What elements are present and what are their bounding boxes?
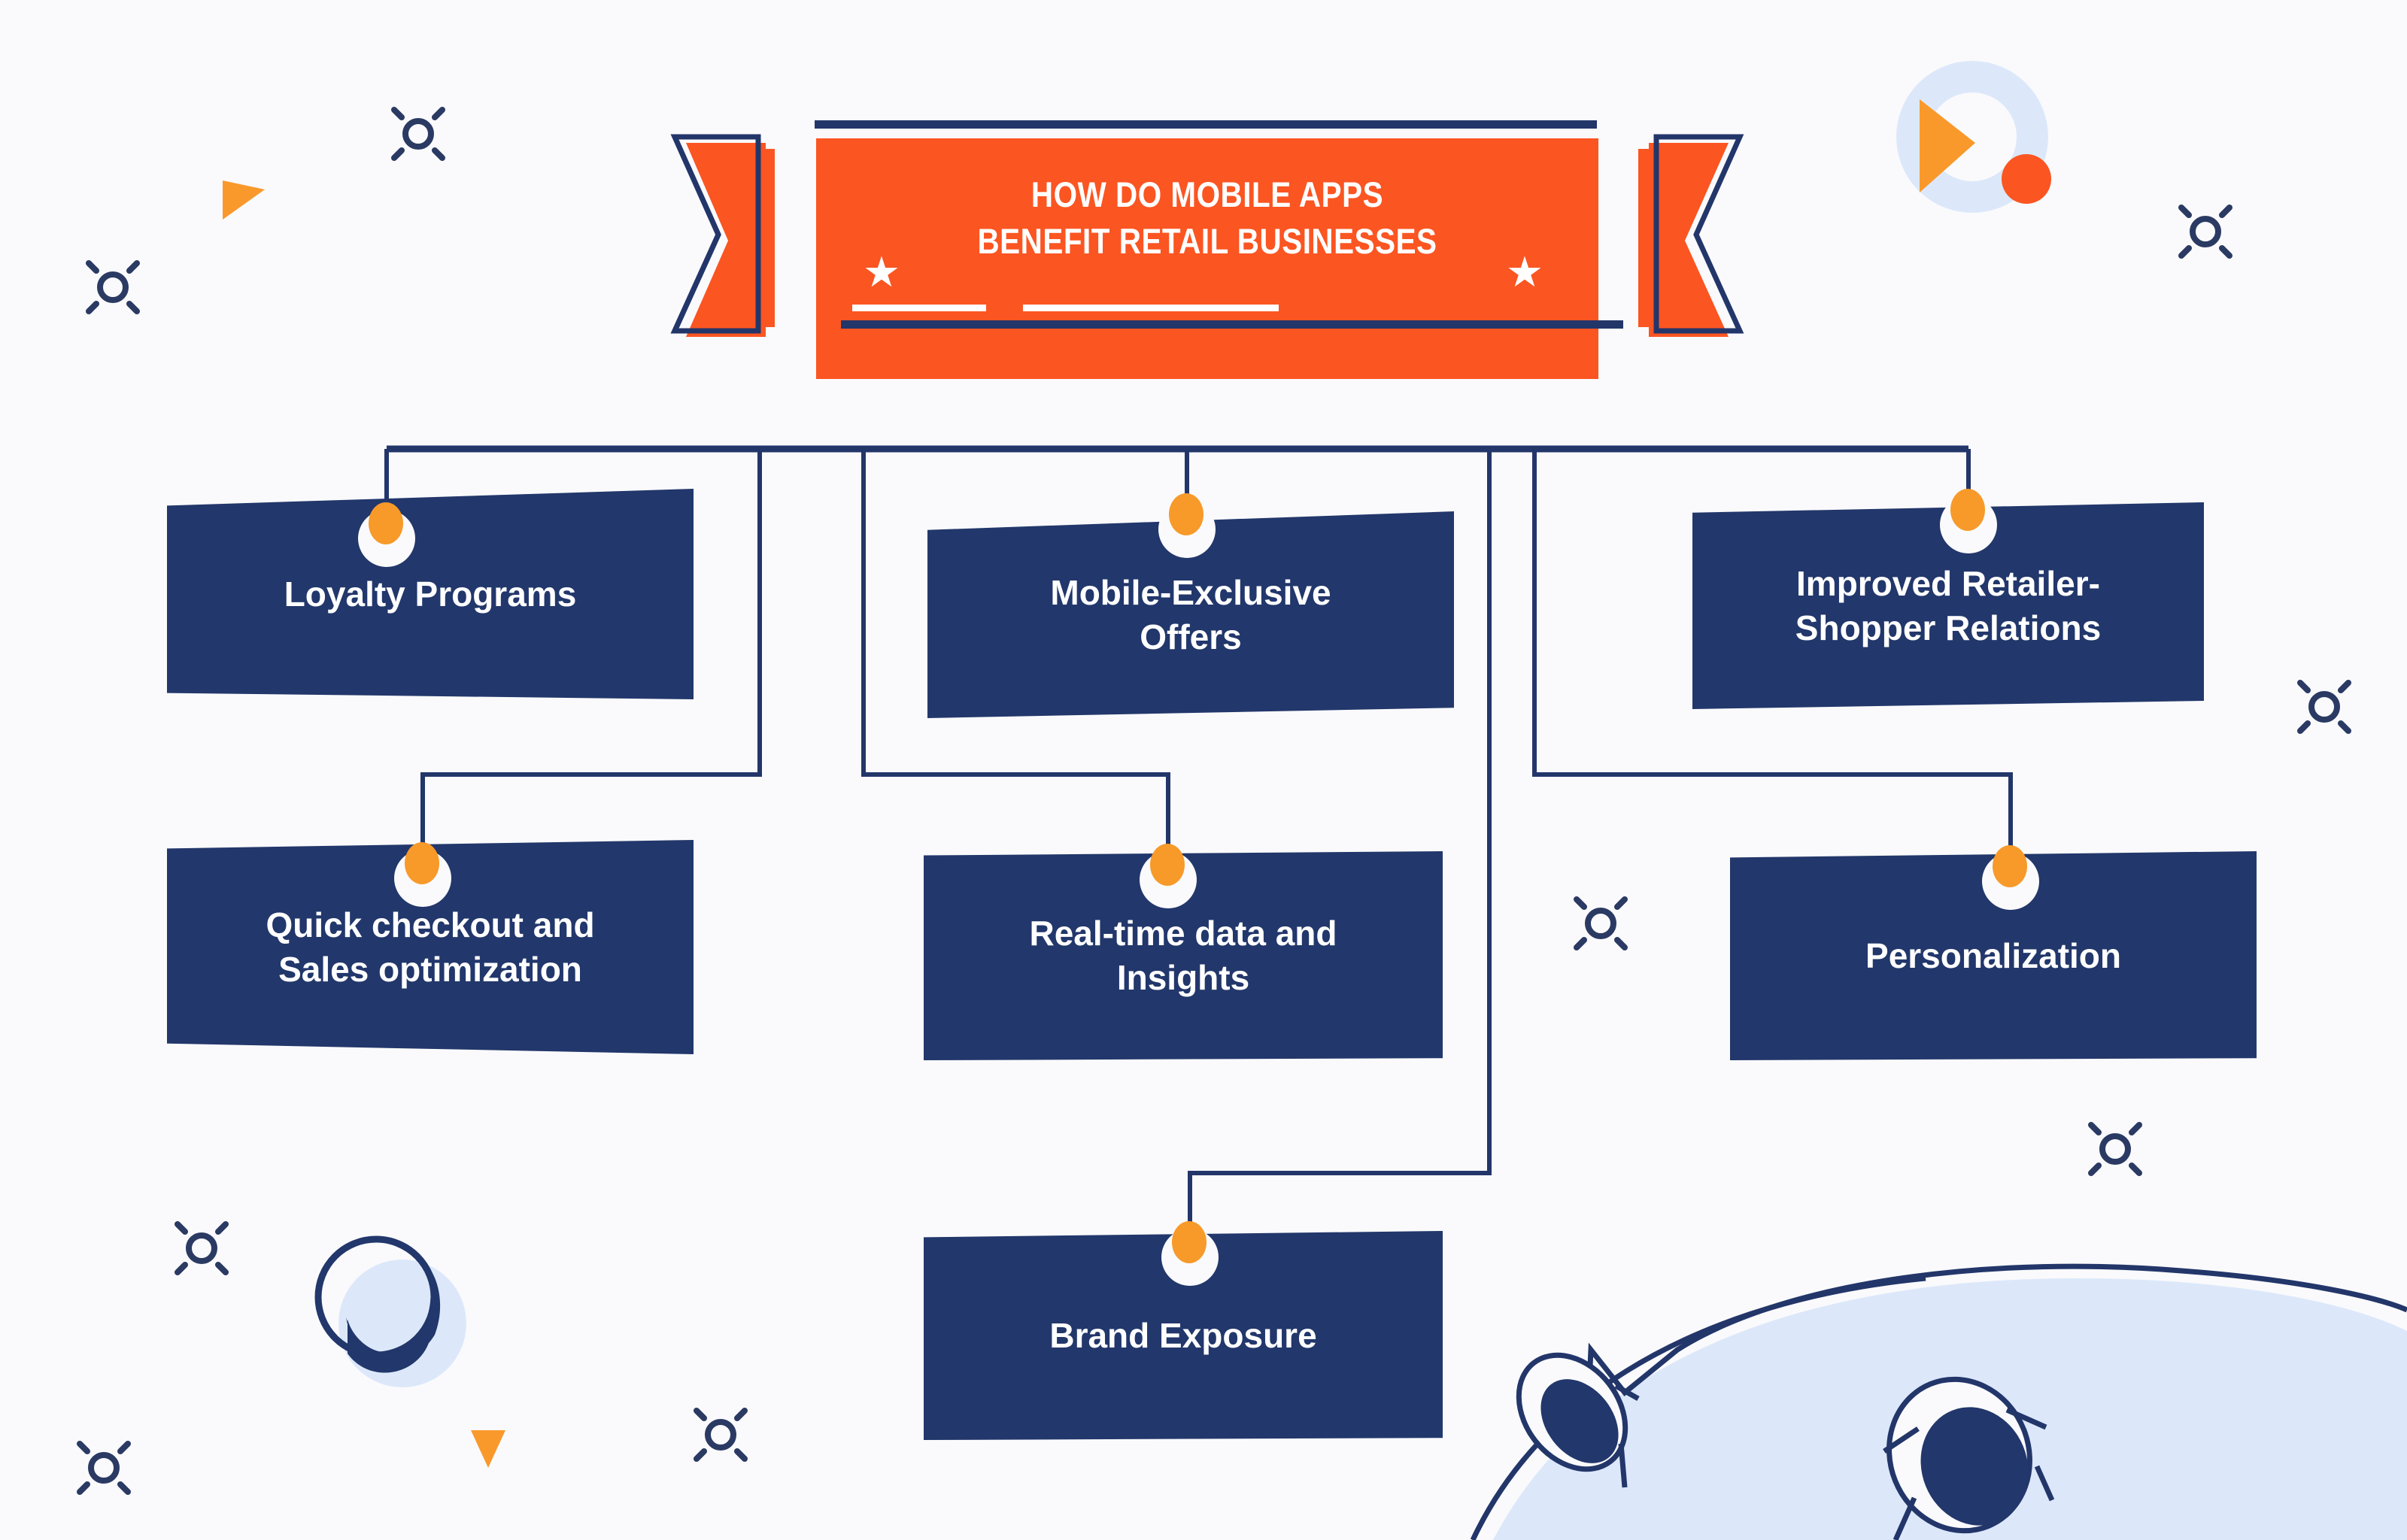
page-title: HOW DO MOBILE APPS BENEFIT RETAIL BUSINE… [977, 174, 1437, 262]
banner-rule-bottom [841, 320, 1623, 329]
banner-rule-white-left [852, 305, 986, 311]
banner-plate-group: ★ ★ HOW DO MOBILE APPS BENEFIT RETAIL BU… [669, 45, 1745, 379]
infographic-canvas: Loyalty Programs Mobile-Exclusive Offers… [0, 0, 2407, 1540]
title-banner: ★ ★ HOW DO MOBILE APPS BENEFIT RETAIL BU… [0, 0, 2407, 1540]
banner-rule-top [815, 120, 1597, 129]
banner-rule-white-right [1023, 305, 1279, 311]
